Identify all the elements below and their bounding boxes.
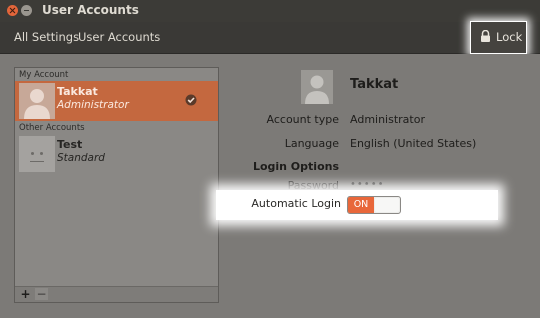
breadcrumb-all-settings[interactable]: All Settings — [14, 30, 79, 44]
automatic-login-label: Automatic Login — [251, 197, 341, 210]
account-type-label: Account type — [266, 113, 339, 126]
login-options-heading: Login Options — [252, 160, 339, 173]
accounts-list: My Account Takkat Administrator Other Ac… — [14, 67, 219, 303]
lock-label: Lock — [496, 30, 523, 44]
account-row-test[interactable]: Test Standard — [15, 134, 218, 174]
account-type: Administrator — [57, 99, 129, 111]
account-type-value[interactable]: Administrator — [350, 113, 425, 126]
account-name: Test — [57, 138, 83, 151]
title-bar: User Accounts — [0, 0, 540, 22]
toolbar: All Settings User Accounts Lock — [0, 21, 540, 54]
lock-icon — [481, 30, 490, 42]
face-avatar-icon — [19, 136, 55, 172]
lock-button[interactable]: Lock — [470, 21, 527, 54]
language-value[interactable]: English (United States) — [350, 137, 476, 150]
minimize-icon[interactable] — [21, 5, 32, 16]
user-avatar-icon[interactable] — [301, 70, 333, 104]
language-label: Language — [284, 137, 339, 150]
automatic-login-row: Automatic Login ON — [216, 190, 498, 220]
list-toolbar: + − — [15, 286, 218, 302]
switch-state-label: ON — [348, 197, 374, 213]
account-row-takkat[interactable]: Takkat Administrator — [15, 81, 218, 121]
my-account-header: My Account — [19, 70, 69, 80]
automatic-login-switch[interactable]: ON — [347, 196, 401, 214]
switch-knob[interactable] — [375, 198, 399, 212]
breadcrumb-user-accounts[interactable]: User Accounts — [78, 30, 160, 44]
password-value[interactable]: ••••• — [350, 179, 385, 190]
account-name: Takkat — [57, 85, 98, 98]
account-type: Standard — [57, 152, 105, 164]
other-accounts-header: Other Accounts — [19, 123, 85, 133]
content-area: My Account Takkat Administrator Other Ac… — [0, 54, 540, 318]
window-title: User Accounts — [42, 3, 139, 17]
remove-user-button[interactable]: − — [35, 288, 48, 300]
add-user-button[interactable]: + — [19, 288, 32, 300]
close-icon[interactable] — [7, 5, 18, 16]
user-full-name[interactable]: Takkat — [350, 77, 398, 92]
user-avatar-icon — [19, 83, 55, 119]
check-icon — [185, 94, 197, 106]
